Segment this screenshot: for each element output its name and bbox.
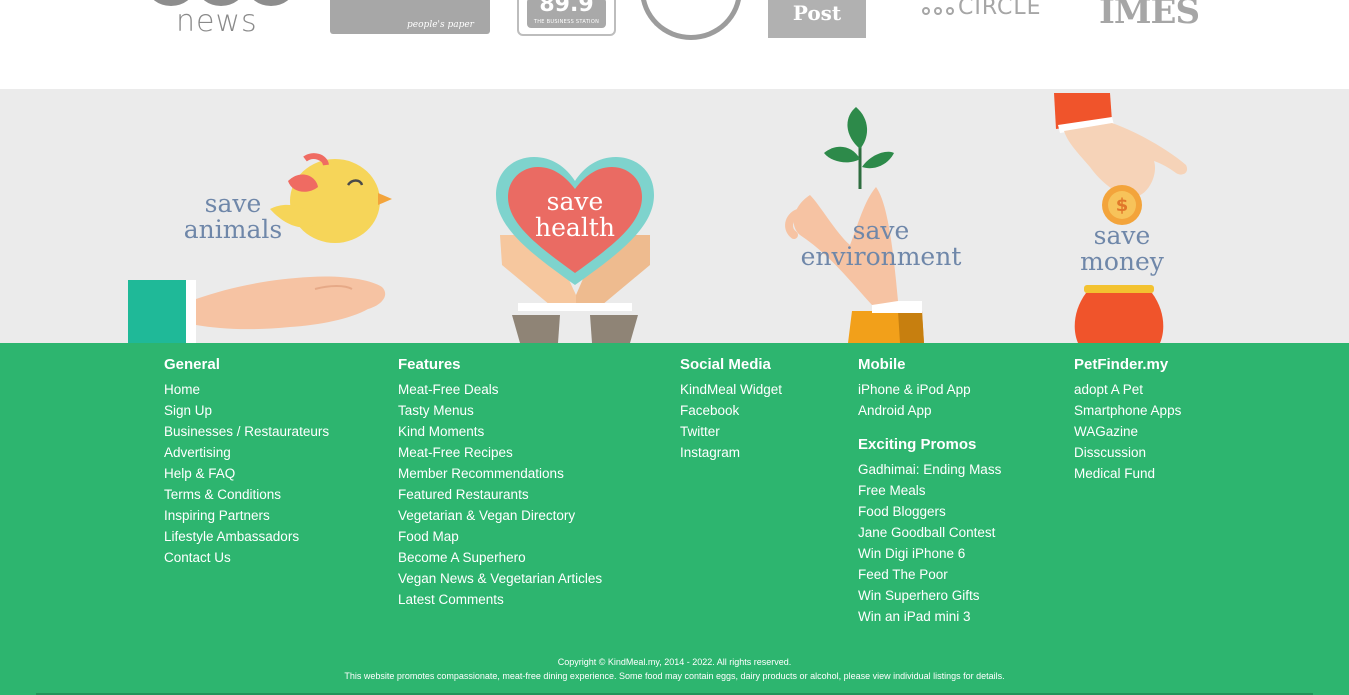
post-logo-text: Post [792, 1, 842, 25]
footer-link-win-superhero-gifts[interactable]: Win Superhero Gifts [858, 588, 980, 603]
footer-heading-general: General [164, 356, 220, 373]
footer-link-medical-fund[interactable]: Medical Fund [1074, 466, 1155, 481]
footer-link-meat-free-recipes[interactable]: Meat-Free Recipes [398, 445, 513, 460]
save-health-label: save health [502, 189, 648, 241]
footer-link-wagazine[interactable]: WAGazine [1074, 424, 1138, 439]
save-environment-illustration: save environment [780, 105, 970, 343]
causes-illustration-band: save animals save health save environmen… [0, 89, 1349, 343]
news-logo-text: news [176, 4, 258, 39]
save-environment-line1: save [852, 216, 910, 245]
footer-link-free-meals[interactable]: Free Meals [858, 483, 926, 498]
footer-link-iphone-app[interactable]: iPhone & iPod App [858, 382, 971, 397]
footer-link-facebook[interactable]: Facebook [680, 403, 739, 418]
footer-link-inspiring-partners[interactable]: Inspiring Partners [164, 508, 270, 523]
footer-link-tasty-menus[interactable]: Tasty Menus [398, 403, 474, 418]
site-footer: General Home Sign Up Businesses / Restau… [0, 343, 1349, 695]
footer-link-kindmeal-widget[interactable]: KindMeal Widget [680, 382, 782, 397]
footer-column-general: General Home Sign Up Businesses / Restau… [164, 355, 329, 568]
news-logo[interactable]: news [140, 0, 310, 40]
star-logo[interactable]: people's paper [330, 0, 490, 34]
footer-link-food-map[interactable]: Food Map [398, 529, 459, 544]
footer-link-meat-free-deals[interactable]: Meat-Free Deals [398, 382, 499, 397]
footer-link-win-digi-iphone[interactable]: Win Digi iPhone 6 [858, 546, 965, 561]
footer-link-home[interactable]: Home [164, 382, 200, 397]
times-logo[interactable]: IMES [1099, 0, 1200, 34]
footer-link-vegan-news[interactable]: Vegan News & Vegetarian Articles [398, 571, 602, 586]
footer-link-smartphone-apps[interactable]: Smartphone Apps [1074, 403, 1181, 418]
save-money-label: save money [1050, 223, 1194, 275]
footer-link-kind-moments[interactable]: Kind Moments [398, 424, 484, 439]
save-environment-label: save environment [792, 218, 970, 270]
save-animals-line2: animals [183, 215, 283, 244]
footer-link-jane-goodball[interactable]: Jane Goodball Contest [858, 525, 995, 540]
copyright-text: Copyright © KindMeal.my, 2014 - 2022. Al… [557, 657, 792, 667]
footer-heading-promos: Exciting Promos [858, 436, 977, 453]
bfm-logo[interactable]: 89.9 THE BUSINESS STATION [517, 0, 616, 36]
footer-heading-features: Features [398, 356, 461, 373]
save-animals-illustration: save animals [120, 149, 410, 343]
footer-link-contact-us[interactable]: Contact Us [164, 550, 231, 565]
footer-heading-petfinder: PetFinder.my [1074, 356, 1169, 373]
footer-link-feed-the-poor[interactable]: Feed The Poor [858, 567, 948, 582]
press-logos-strip: news people's paper 89.9 THE BUSINESS ST… [0, 0, 1349, 89]
footer-link-featured-restaurants[interactable]: Featured Restaurants [398, 487, 529, 502]
footer-column-mobile: Mobile iPhone & iPod App Android App Exc… [858, 355, 1001, 627]
footer-column-petfinder: PetFinder.my adopt A Pet Smartphone Apps… [1074, 355, 1181, 484]
heart-in-hands-icon [496, 157, 654, 343]
footer-column-social: Social Media KindMeal Widget Facebook Tw… [680, 355, 782, 463]
save-money-line1: save [1093, 221, 1151, 250]
footer-link-latest-comments[interactable]: Latest Comments [398, 592, 504, 607]
footer-link-sign-up[interactable]: Sign Up [164, 403, 212, 418]
bfm-logo-caption: THE BUSINESS STATION [533, 19, 600, 25]
save-health-line2: health [535, 213, 615, 242]
footer-link-vegetarian-directory[interactable]: Vegetarian & Vegan Directory [398, 508, 575, 523]
bfm-logo-frequency: 89.9 [539, 0, 594, 17]
circle-logo[interactable]: CIRCLE [922, 0, 1062, 20]
footer-link-help-faq[interactable]: Help & FAQ [164, 466, 235, 481]
svg-text:$: $ [1116, 195, 1129, 216]
hand-with-coin-icon: $ [1054, 93, 1188, 343]
footer-link-discussion[interactable]: Disscussion [1074, 445, 1146, 460]
disclaimer-text: This website promotes compassionate, mea… [344, 671, 1005, 681]
footer-copyright: Copyright © KindMeal.my, 2014 - 2022. Al… [0, 655, 1349, 683]
footer-links-mobile: iPhone & iPod App Android App [858, 379, 1001, 421]
save-environment-line2: environment [800, 242, 962, 271]
circle-dots-icon [922, 7, 954, 15]
circle-logo-text: CIRCLE [958, 0, 1042, 20]
footer-heading-social: Social Media [680, 356, 771, 373]
footer-link-gadhimai[interactable]: Gadhimai: Ending Mass [858, 462, 1001, 477]
post-logo[interactable]: Post [768, 0, 866, 38]
save-animals-line1: save [204, 189, 262, 218]
footer-links-petfinder: adopt A Pet Smartphone Apps WAGazine Dis… [1074, 379, 1181, 484]
footer-links-social: KindMeal Widget Facebook Twitter Instagr… [680, 379, 782, 463]
times-logo-text: IMES [1099, 0, 1200, 32]
footer-link-win-ipad-mini[interactable]: Win an iPad mini 3 [858, 609, 971, 624]
save-money-illustration: $ save money [1050, 89, 1200, 343]
footer-link-advertising[interactable]: Advertising [164, 445, 231, 460]
footer-link-become-superhero[interactable]: Become A Superhero [398, 550, 526, 565]
save-money-line2: money [1080, 247, 1164, 276]
footer-link-terms[interactable]: Terms & Conditions [164, 487, 281, 502]
footer-link-twitter[interactable]: Twitter [680, 424, 720, 439]
footer-links-features: Meat-Free Deals Tasty Menus Kind Moments… [398, 379, 602, 610]
footer-heading-mobile: Mobile [858, 356, 906, 373]
save-health-illustration: save health [490, 155, 660, 343]
footer-link-businesses[interactable]: Businesses / Restaurateurs [164, 424, 329, 439]
star-logo-tagline: people's paper [407, 20, 474, 30]
footer-link-lifestyle-ambassadors[interactable]: Lifestyle Ambassadors [164, 529, 299, 544]
footer-link-food-bloggers[interactable]: Food Bloggers [858, 504, 946, 519]
footer-links-promos: Gadhimai: Ending Mass Free Meals Food Bl… [858, 459, 1001, 627]
save-animals-label: save animals [160, 191, 306, 243]
footer-link-android-app[interactable]: Android App [858, 403, 932, 418]
footer-links-general: Home Sign Up Businesses / Restaurateurs … [164, 379, 329, 568]
footer-column-features: Features Meat-Free Deals Tasty Menus Kin… [398, 355, 602, 610]
save-health-line1: save [546, 187, 604, 216]
footer-link-member-recommendations[interactable]: Member Recommendations [398, 466, 564, 481]
footer-link-adopt-pet[interactable]: adopt A Pet [1074, 382, 1143, 397]
hand-with-bird-icon [128, 153, 392, 343]
footer-link-instagram[interactable]: Instagram [680, 445, 740, 460]
ring-logo[interactable] [640, 0, 742, 40]
